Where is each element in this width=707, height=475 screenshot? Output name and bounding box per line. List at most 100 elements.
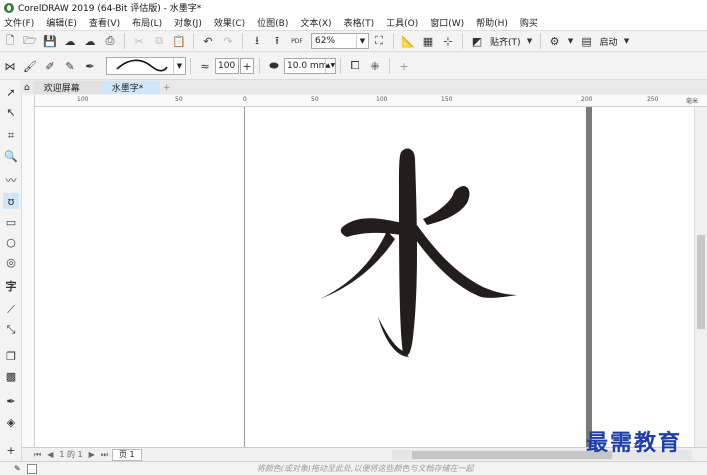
stroke-preset-select[interactable]: ▼ bbox=[106, 57, 186, 75]
copy-icon[interactable]: ⧉ bbox=[150, 32, 168, 50]
ink-character-artwork[interactable] bbox=[35, 107, 694, 447]
artistic-media-tool-icon[interactable]: ʊ bbox=[3, 193, 19, 209]
zoom-level-select[interactable]: 62% ▼ bbox=[311, 33, 369, 49]
calligraphic-icon[interactable]: ✒ bbox=[81, 57, 99, 75]
sprayer-icon[interactable]: ✎ bbox=[61, 57, 79, 75]
ellipse-tool-icon[interactable]: ○ bbox=[3, 234, 19, 250]
toolbar-separator bbox=[393, 33, 394, 49]
smoothing-input[interactable]: 100 bbox=[215, 58, 239, 74]
next-page-icon[interactable]: ▶ bbox=[89, 450, 95, 459]
plus-icon[interactable]: + bbox=[240, 58, 254, 74]
crop-tool-icon[interactable]: ⌗ bbox=[3, 128, 19, 144]
chevron-down-icon[interactable]: ▼ bbox=[566, 32, 576, 50]
stroke-width-input[interactable]: 10.0 mm ▲▼ bbox=[284, 58, 336, 74]
show-guidelines-icon[interactable]: ⊹ bbox=[439, 32, 457, 50]
prev-page-icon[interactable]: ◀ bbox=[47, 450, 53, 459]
paste-icon[interactable]: 📋 bbox=[170, 32, 188, 50]
vertical-ruler[interactable] bbox=[22, 95, 35, 447]
new-document-icon[interactable]: 🗋 bbox=[1, 32, 19, 50]
menu-text[interactable]: 文本(X) bbox=[300, 16, 331, 29]
menu-bitmaps[interactable]: 位图(B) bbox=[257, 16, 288, 29]
text-tool-icon[interactable]: 字 bbox=[3, 278, 19, 294]
menu-object[interactable]: 对象(J) bbox=[174, 16, 202, 29]
vertical-scrollbar[interactable] bbox=[694, 107, 707, 447]
cloud-upload-icon[interactable]: ☁ bbox=[61, 32, 79, 50]
transparency-tool-icon[interactable]: ▩ bbox=[3, 368, 19, 384]
ink-stroke-left-sweep bbox=[320, 231, 395, 299]
stepper-icon[interactable]: ▲▼ bbox=[325, 59, 335, 73]
ink-stroke-right-sweep bbox=[411, 225, 517, 298]
menu-view[interactable]: 查看(V) bbox=[89, 16, 120, 29]
document-tabs: ⌂ 欢迎屏幕 水墨字* + bbox=[20, 80, 707, 94]
vertical-scroll-thumb[interactable] bbox=[697, 235, 705, 329]
menu-window[interactable]: 窗口(W) bbox=[430, 16, 464, 29]
menu-table[interactable]: 表格(T) bbox=[344, 16, 375, 29]
scale-with-image-icon[interactable]: ⧠ bbox=[346, 57, 364, 75]
menu-bar: 文件(F) 编辑(E) 查看(V) 布局(L) 对象(J) 效果(C) 位图(B… bbox=[0, 15, 707, 31]
add-tool-plus-icon[interactable]: + bbox=[3, 442, 19, 458]
open-folder-icon[interactable]: 🗁 bbox=[21, 32, 39, 50]
dimension-tool-icon[interactable]: ⟋ bbox=[3, 302, 19, 318]
options-gear-icon[interactable]: ⚙ bbox=[546, 32, 564, 50]
undo-icon[interactable]: ↶ bbox=[199, 32, 217, 50]
connector-tool-icon[interactable]: ⤡ bbox=[3, 322, 19, 338]
snap-to-icon[interactable]: ◩ bbox=[468, 32, 486, 50]
show-grid-icon[interactable]: ▦ bbox=[419, 32, 437, 50]
launch-button[interactable]: 启动 bbox=[600, 35, 618, 48]
ruler-label: 50 bbox=[175, 96, 183, 103]
preset-brush-icon[interactable]: 🖌 bbox=[21, 57, 39, 75]
redo-icon[interactable]: ↷ bbox=[219, 32, 237, 50]
eyedropper-tool-icon[interactable]: ✒ bbox=[3, 393, 19, 409]
brush-icon[interactable]: ✐ bbox=[41, 57, 59, 75]
menu-help[interactable]: 帮助(H) bbox=[476, 16, 508, 29]
toolbar-separator bbox=[259, 58, 260, 74]
save-icon[interactable]: 💾 bbox=[41, 32, 59, 50]
print-icon[interactable]: ⎙ bbox=[101, 32, 119, 50]
chevron-down-icon[interactable]: ▼ bbox=[525, 32, 535, 50]
first-page-icon[interactable]: ⏮ bbox=[34, 450, 41, 460]
pick-tool-icon[interactable]: ➚ bbox=[3, 84, 19, 100]
full-screen-icon[interactable]: ⛶ bbox=[370, 32, 388, 50]
export-icon[interactable]: ⭱ bbox=[268, 32, 286, 50]
drawing-canvas[interactable] bbox=[35, 107, 694, 447]
tab-welcome[interactable]: 欢迎屏幕 bbox=[33, 81, 102, 94]
menu-effects[interactable]: 效果(C) bbox=[214, 16, 245, 29]
add-plus-icon[interactable]: + bbox=[395, 57, 413, 75]
eyedropper-icon[interactable]: ✎ bbox=[14, 464, 21, 473]
cut-icon[interactable]: ✂ bbox=[130, 32, 148, 50]
show-rulers-icon[interactable]: 📐 bbox=[399, 32, 417, 50]
menu-tools[interactable]: 工具(O) bbox=[386, 16, 418, 29]
menu-edit[interactable]: 编辑(E) bbox=[46, 16, 77, 29]
horizontal-scroll-thumb[interactable] bbox=[412, 451, 612, 459]
menu-file[interactable]: 文件(F) bbox=[4, 16, 34, 29]
rectangle-tool-icon[interactable]: ▭ bbox=[3, 214, 19, 230]
horizontal-ruler[interactable]: 100 50 0 50 100 150 200 250 毫米 bbox=[35, 95, 707, 107]
tab-document[interactable]: 水墨字* bbox=[101, 81, 160, 94]
mirror-horizontal-icon[interactable]: ⋈ bbox=[1, 57, 19, 75]
bounding-box-icon[interactable]: ⁜ bbox=[366, 57, 384, 75]
chevron-down-icon[interactable]: ▼ bbox=[622, 32, 632, 50]
export-pdf-icon[interactable]: PDF bbox=[288, 32, 306, 50]
tab-home-icon[interactable]: ⌂ bbox=[20, 81, 34, 94]
ruler-label: 100 bbox=[376, 96, 388, 103]
spiral-tool-icon[interactable]: ◎ bbox=[3, 254, 19, 270]
page-tab[interactable]: 页 1 bbox=[111, 448, 142, 461]
no-fill-swatch-icon[interactable] bbox=[26, 463, 37, 474]
status-hint: 将颜色(或对象)拖动至此处,以便将这些颜色与文档存储在一起 bbox=[256, 464, 474, 473]
snap-to-button[interactable]: 贴齐(T) bbox=[490, 35, 521, 48]
launch-icon[interactable]: ▤ bbox=[578, 32, 596, 50]
zoom-level-value: 62% bbox=[315, 36, 336, 46]
window-title: CorelDRAW 2019 (64-Bit 评估版) - 水墨字* bbox=[18, 4, 202, 14]
drop-shadow-tool-icon[interactable]: ❐ bbox=[3, 348, 19, 364]
freehand-tool-icon[interactable]: 〰 bbox=[3, 172, 19, 188]
interactive-fill-tool-icon[interactable]: ◈ bbox=[3, 414, 19, 430]
cloud-download-icon[interactable]: ☁ bbox=[81, 32, 99, 50]
import-icon[interactable]: ⭳ bbox=[248, 32, 266, 50]
zoom-tool-icon[interactable]: 🔍 bbox=[3, 148, 19, 164]
stroke-width-value: 10.0 mm bbox=[287, 61, 328, 71]
shape-tool-icon[interactable]: ↖ bbox=[3, 104, 19, 120]
menu-buy[interactable]: 购买 bbox=[520, 16, 538, 29]
last-page-icon[interactable]: ⏭ bbox=[101, 450, 108, 460]
new-tab-plus-icon[interactable]: + bbox=[160, 81, 174, 94]
menu-layout[interactable]: 布局(L) bbox=[132, 16, 162, 29]
